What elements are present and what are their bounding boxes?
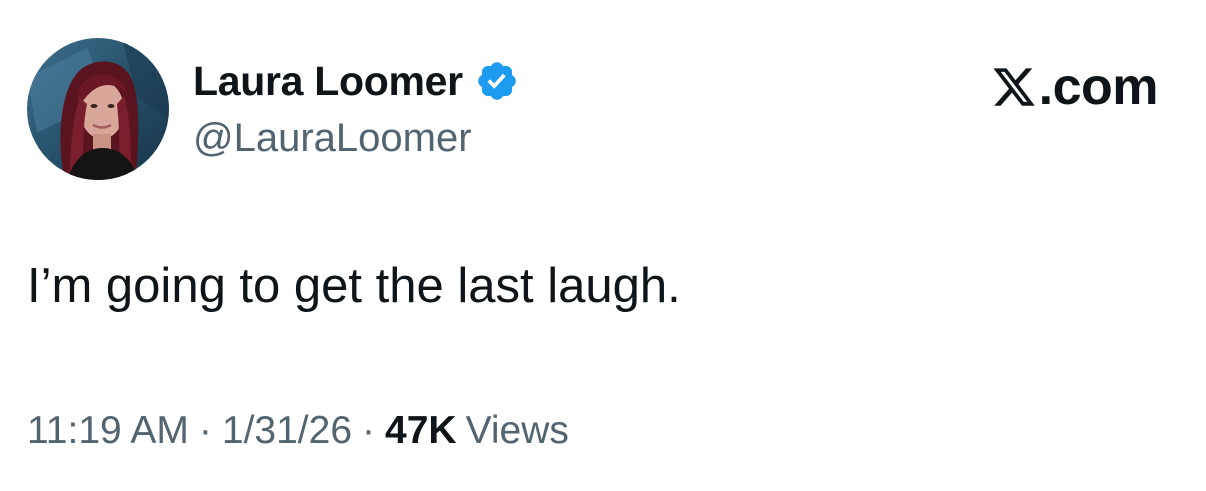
x-brand: .com — [991, 57, 1159, 117]
verified-badge-icon[interactable] — [475, 59, 519, 103]
x-logo-icon — [993, 68, 1035, 106]
views-label: Views — [465, 409, 569, 452]
separator-dot: · — [362, 409, 376, 452]
views-count[interactable]: 47K — [385, 409, 457, 453]
tweet-text: I’m going to get the last laugh. — [27, 259, 681, 313]
tweet-time[interactable]: 11:19 AM — [27, 409, 189, 453]
author-display-name[interactable]: Laura Loomer — [193, 58, 463, 105]
profile-photo — [27, 38, 169, 180]
tweet-metadata: 11:19 AM · 1/31/26 · 47K Views — [27, 409, 569, 453]
separator-dot: · — [198, 409, 212, 452]
avatar[interactable] — [27, 38, 169, 180]
author-name-row: Laura Loomer — [193, 56, 519, 106]
brand-domain-label: .com — [1038, 58, 1159, 116]
tweet-date[interactable]: 1/31/26 — [222, 409, 352, 453]
author-handle[interactable]: @LauraLoomer — [193, 116, 472, 161]
